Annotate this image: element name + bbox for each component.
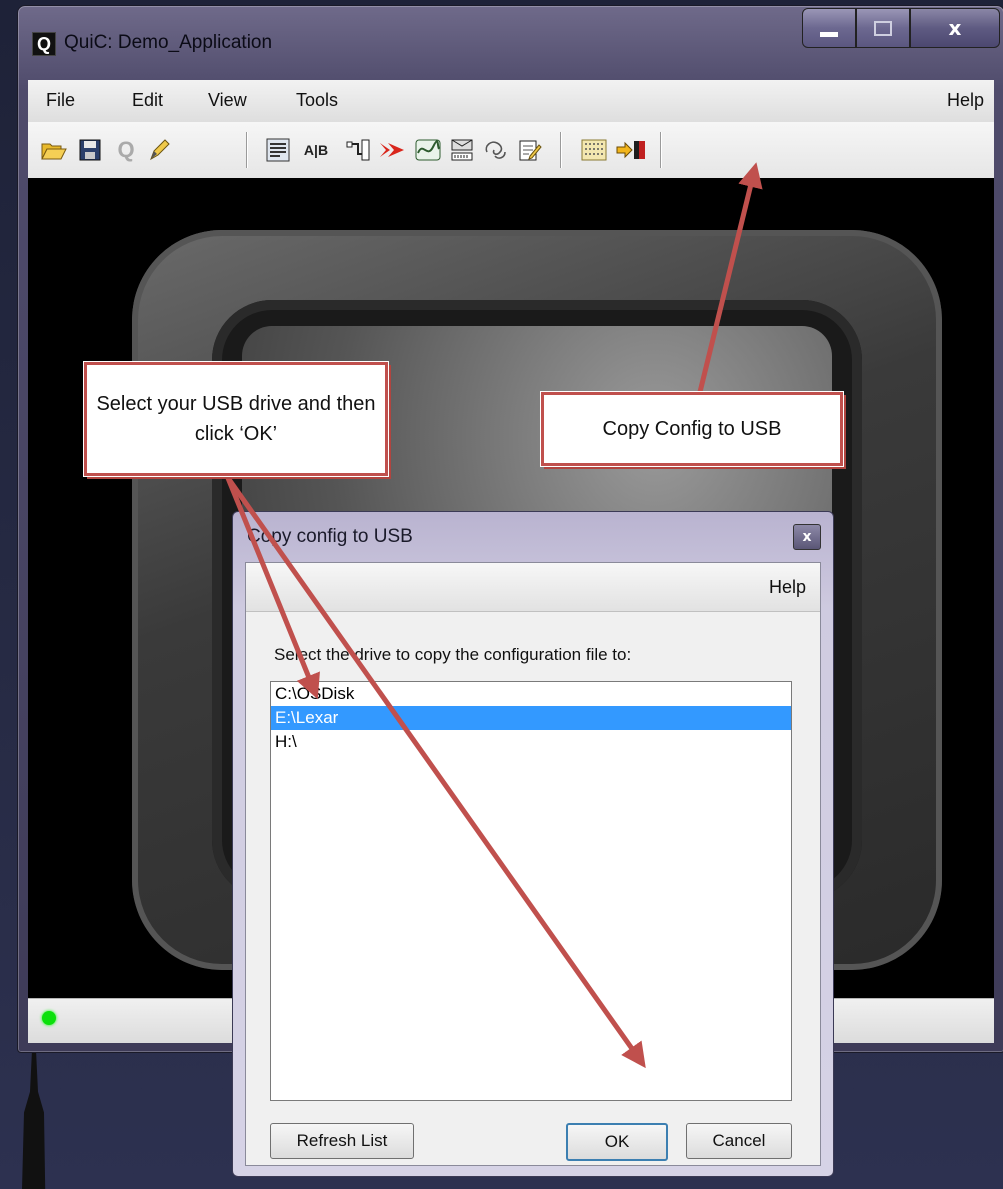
cancel-button[interactable]: Cancel — [686, 1123, 792, 1159]
dialog-title: Copy config to USB — [247, 526, 413, 547]
dialog-menu-help[interactable]: Help — [769, 577, 806, 598]
grid-form-icon[interactable] — [264, 136, 292, 164]
ok-button[interactable]: OK — [566, 1123, 668, 1161]
dialog-menu-bar: Help — [246, 563, 820, 612]
copy-config-dialog: Copy config to USB x Help Select the dri… — [232, 511, 834, 1177]
maximize-button[interactable] — [856, 8, 910, 48]
save-icon[interactable] — [76, 136, 104, 164]
open-folder-icon[interactable] — [40, 136, 68, 164]
close-button[interactable]: x — [910, 8, 1000, 48]
loop-icon[interactable] — [482, 136, 510, 164]
toolbar-separator — [660, 132, 661, 168]
callout-copy-config: Copy Config to USB — [541, 392, 843, 466]
background-spire — [22, 1050, 46, 1189]
refresh-list-button[interactable]: Refresh List — [270, 1123, 414, 1159]
menu-bar: File Edit View Tools Help — [28, 80, 994, 123]
toolbar: Q A|B — [28, 122, 994, 178]
dotted-grid-icon[interactable] — [580, 136, 608, 164]
toolbar-separator — [560, 132, 561, 168]
status-led-icon — [42, 1011, 56, 1025]
note-edit-icon[interactable] — [516, 136, 544, 164]
minimize-icon — [820, 31, 838, 37]
menu-file[interactable]: File — [46, 90, 75, 111]
wave-icon[interactable] — [414, 136, 442, 164]
drive-list[interactable]: C:\OSDisk E:\Lexar H:\ — [270, 681, 792, 1101]
toolbar-separator — [246, 132, 247, 168]
caption-buttons: x — [802, 8, 1000, 48]
drive-item[interactable]: C:\OSDisk — [271, 682, 791, 706]
device-icon[interactable] — [448, 136, 476, 164]
maximize-icon — [874, 20, 892, 36]
menu-tools[interactable]: Tools — [296, 90, 338, 111]
drive-item[interactable]: H:\ — [271, 730, 791, 754]
pencil-icon[interactable] — [146, 136, 174, 164]
menu-edit[interactable]: Edit — [132, 90, 163, 111]
minimize-button[interactable] — [802, 8, 856, 48]
menu-help[interactable]: Help — [947, 90, 984, 111]
q-icon[interactable]: Q — [112, 136, 140, 164]
dialog-body: Help Select the drive to copy the config… — [245, 562, 821, 1166]
app-logo-icon: Q — [32, 32, 56, 56]
drive-item-selected[interactable]: E:\Lexar — [271, 706, 791, 730]
drive-prompt: Select the drive to copy the configurati… — [274, 645, 632, 664]
flow-icon[interactable] — [344, 136, 372, 164]
menu-view[interactable]: View — [208, 90, 247, 111]
a-b-icon[interactable]: A|B — [296, 136, 336, 164]
copy-config-to-usb-icon[interactable] — [614, 136, 648, 164]
dialog-close-button[interactable]: x — [793, 524, 821, 550]
callout-select-drive: Select your USB drive and then click ‘OK… — [84, 362, 388, 476]
title-bar[interactable]: Q QuiC: Demo_Application x — [18, 6, 1003, 72]
window-title: QuiC: Demo_Application — [64, 32, 273, 53]
arrow-red-icon[interactable] — [378, 136, 406, 164]
